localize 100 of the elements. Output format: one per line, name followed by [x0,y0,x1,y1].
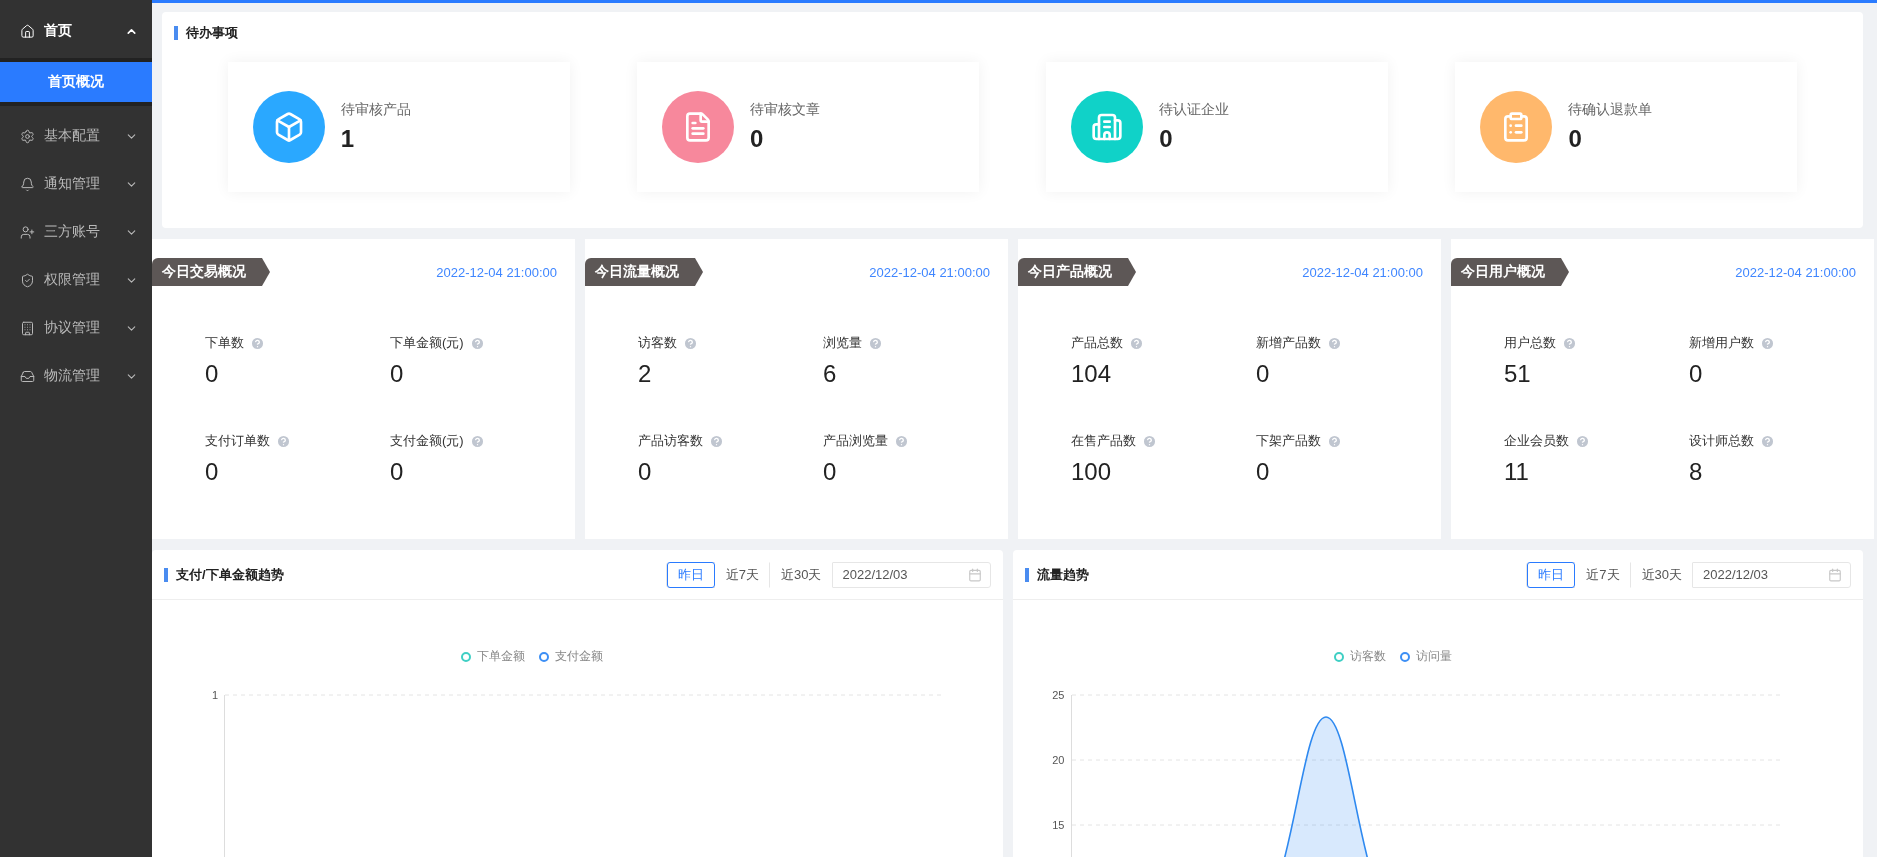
metric-label: 浏览量 [823,334,862,352]
metric-value: 0 [390,360,405,388]
help-icon[interactable] [1142,433,1157,449]
metric-label: 新增产品数 [1256,334,1321,352]
user-icon [20,224,35,240]
help-icon[interactable] [469,433,485,449]
panel-title: 待办事项 [174,26,1851,40]
update-time: 2022-12-04 21:00:00 [1735,264,1856,280]
metric-value: 0 [1256,360,1271,388]
todo-card[interactable]: 待审核文章 0 [636,62,979,192]
metric-value: 51 [1504,360,1532,388]
help-icon[interactable] [1575,433,1590,449]
metric-value: 0 [205,360,220,388]
range-tab[interactable]: 近7天 [1575,561,1631,588]
update-time: 2022-12-04 21:00:00 [436,264,557,280]
legend-item[interactable]: 访问量 [1399,648,1452,665]
metric-label: 下单金额(元) [390,334,464,352]
metric-label: 下单数 [205,334,244,352]
metric-label: 用户总数 [1504,334,1556,352]
metric-label: 产品访客数 [638,432,703,450]
metric-value: 104 [1071,360,1113,388]
update-time: 2022-12-04 21:00:00 [1302,264,1423,280]
settings-icon [20,128,35,144]
metric-value: 0 [638,458,653,486]
calendar-icon [967,567,982,582]
sidebar-item[interactable]: 物流管理 [0,352,152,400]
inbox-icon [20,368,35,384]
calendar-icon [1828,567,1842,582]
range-tab[interactable]: 近30天 [770,561,833,588]
metric-label: 支付金额(元) [390,432,464,450]
help-icon[interactable] [1327,335,1342,351]
todo-count: 1 [340,125,355,153]
sidebar-item[interactable]: 权限管理 [0,256,152,304]
date-field[interactable]: 2022/12/03 [832,562,990,587]
sidebar-item[interactable]: 三方账号 [0,208,152,256]
metric-value: 11 [1504,458,1530,486]
update-time: 2022-12-04 21:00:00 [869,264,990,280]
metric-value: 0 [1689,360,1704,388]
axis-label: 20 [1052,755,1065,768]
home-icon [20,23,35,39]
metric-value: 0 [205,458,220,486]
sidebar-item[interactable]: 基本配置 [0,112,152,160]
help-icon[interactable] [709,433,724,449]
building-icon [1091,111,1124,143]
metric-label: 在售产品数 [1071,432,1136,450]
metric-label: 产品浏览量 [823,432,888,450]
metric-value: 0 [823,458,838,486]
sidebar-subitem[interactable]: 首页概况 [0,62,152,102]
metric-value: 0 [390,458,405,486]
todo-label: 待认证企业 [1159,101,1230,119]
metric-label: 访客数 [638,334,677,352]
sidebar-item[interactable]: 首页 [0,4,152,58]
todo-label: 待确认退款单 [1568,101,1653,119]
range-tab[interactable]: 昨日 [666,561,715,588]
metric-label: 企业会员数 [1504,432,1569,450]
sidebar-item[interactable]: 通知管理 [0,160,152,208]
help-icon[interactable] [868,335,883,351]
metric-value: 6 [823,360,838,388]
todo-count: 0 [749,125,765,153]
shield-icon [20,272,35,288]
legend-item[interactable]: 下单金额 [461,648,526,665]
help-icon[interactable] [1327,433,1342,449]
ribbon-title: 今日流量概况 [585,258,703,286]
metric-value: 0 [1256,458,1271,486]
ribbon-title: 今日交易概况 [152,258,270,286]
help-icon[interactable] [1562,335,1577,351]
building-icon [20,320,35,336]
help-icon[interactable] [276,433,291,449]
todo-card[interactable]: 待确认退款单 0 [1455,62,1798,192]
metric-label: 下架产品数 [1256,432,1321,450]
todo-card[interactable]: 待认证企业 0 [1046,62,1389,192]
axis-label: 25 [1052,690,1065,703]
range-tab[interactable]: 近7天 [714,561,771,588]
range-tab[interactable]: 昨日 [1527,561,1576,588]
todo-count: 0 [1568,125,1583,153]
panel-title: 支付/下单金额趋势 [164,567,284,582]
legend-item[interactable]: 访客数 [1333,648,1386,665]
help-icon[interactable] [250,335,265,351]
todo-label: 待审核产品 [340,101,411,119]
metric-label: 设计师总数 [1689,432,1754,450]
help-icon[interactable] [683,335,698,351]
metric-value: 100 [1071,458,1113,486]
sidebar-item[interactable]: 协议管理 [0,304,152,352]
help-icon[interactable] [1760,335,1775,351]
help-icon[interactable] [894,433,909,449]
axis-label: 1 [211,690,218,703]
help-icon[interactable] [1129,335,1144,351]
ribbon-title: 今日用户概况 [1451,258,1569,286]
legend-item[interactable]: 支付金额 [539,648,604,665]
range-tab[interactable]: 近30天 [1630,561,1693,588]
metric-value: 8 [1689,458,1704,486]
todo-card[interactable]: 待审核产品 1 [227,62,570,192]
help-icon[interactable] [469,335,485,351]
todo-label: 待审核文章 [749,101,820,119]
help-icon[interactable] [1760,433,1775,449]
metric-label: 产品总数 [1071,334,1123,352]
bell-icon [20,176,35,192]
date-field[interactable]: 2022/12/03 [1693,562,1850,587]
ribbon-title: 今日产品概况 [1018,258,1136,286]
axis-label: 15 [1052,820,1065,833]
